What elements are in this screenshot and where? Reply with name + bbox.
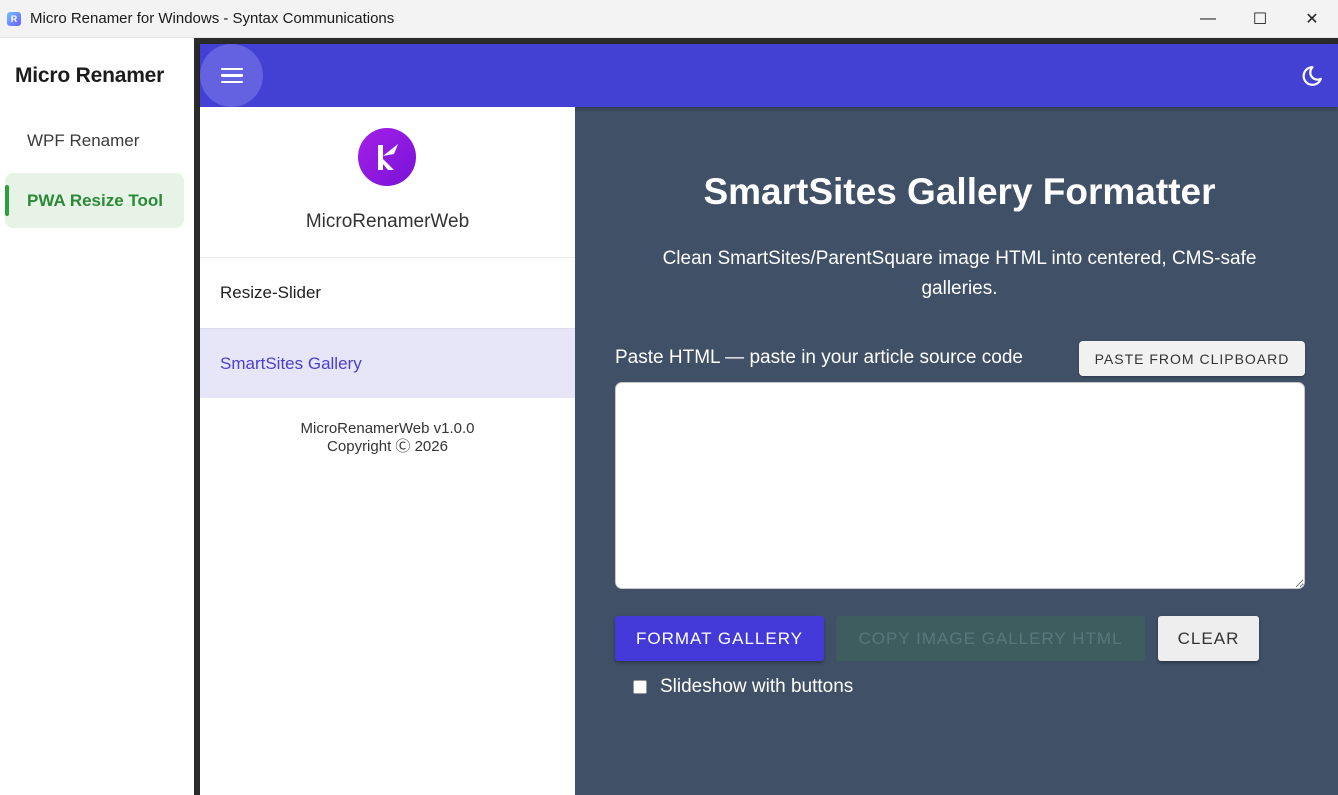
nav-item-smartsites-gallery[interactable]: SmartSites Gallery [200, 328, 575, 398]
slideshow-option[interactable]: Slideshow with buttons [633, 676, 853, 698]
page-title: SmartSites Gallery Formatter [703, 171, 1216, 212]
nav-item-label: SmartSites Gallery [220, 353, 362, 373]
drawer-app-name: MicroRenamerWeb [305, 211, 470, 232]
version-info: MicroRenamerWeb v1.0.0 Copyright Ⓒ 2026 [200, 420, 575, 456]
page-subtitle: Clean SmartSites/ParentSquare image HTML… [662, 248, 1257, 299]
nav-item-resize-slider[interactable]: Resize-Slider [200, 258, 575, 328]
native-sidebar-title: Micro Renamer [15, 64, 165, 87]
web-app: MicroRenamerWeb Resize-Slider SmartSites… [200, 44, 1338, 795]
window-titlebar: R Micro Renamer for Windows - Syntax Com… [0, 0, 1338, 38]
close-button[interactable]: ✕ [1286, 0, 1338, 38]
paste-html-label: Paste HTML — paste in your article sourc… [615, 347, 1023, 368]
clear-button[interactable]: CLEAR [1158, 616, 1259, 661]
sidebar-item-pwa-resize-tool[interactable]: PWA Resize Tool [5, 173, 184, 228]
minimize-button[interactable]: — [1182, 0, 1234, 38]
native-sidebar: Micro Renamer WPF Renamer PWA Resize Too… [0, 38, 194, 795]
sidebar-item-label: PWA Resize Tool [27, 190, 164, 210]
format-gallery-button[interactable]: FORMAT GALLERY [615, 616, 824, 661]
maximize-button[interactable]: ☐ [1234, 0, 1286, 38]
app-topbar [200, 44, 1338, 107]
slideshow-checkbox[interactable] [633, 680, 647, 694]
copy-gallery-html-button[interactable]: COPY IMAGE GALLERY HTML [836, 616, 1145, 661]
version-line: MicroRenamerWeb v1.0.0 [300, 420, 475, 437]
window-title: Micro Renamer for Windows - Syntax Commu… [30, 10, 395, 27]
main-content: SmartSites Gallery Formatter Clean Smart… [575, 107, 1338, 795]
hamburger-icon[interactable] [200, 44, 263, 107]
html-input[interactable] [615, 382, 1305, 589]
moon-icon[interactable] [1300, 64, 1324, 88]
sidebar-item-wpf-renamer[interactable]: WPF Renamer [5, 113, 184, 168]
copyright-line: Copyright Ⓒ 2026 [327, 438, 448, 455]
paste-from-clipboard-button[interactable]: PASTE FROM CLIPBOARD [1079, 341, 1305, 376]
window-controls: — ☐ ✕ [1182, 0, 1338, 38]
slideshow-label[interactable]: Slideshow with buttons [660, 676, 853, 698]
sidebar-item-label: WPF Renamer [27, 130, 140, 150]
nav-drawer: MicroRenamerWeb Resize-Slider SmartSites… [200, 107, 575, 795]
app-logo [358, 128, 416, 186]
nav-item-label: Resize-Slider [220, 283, 322, 302]
app-icon: R [7, 11, 21, 26]
